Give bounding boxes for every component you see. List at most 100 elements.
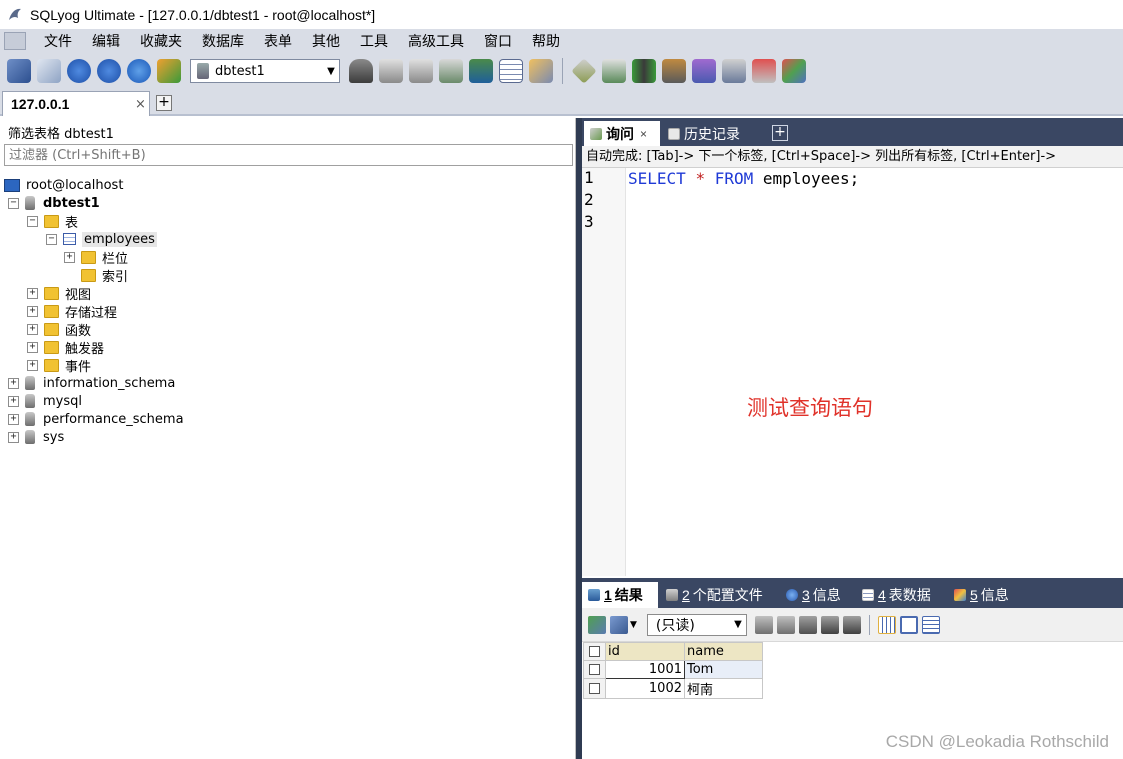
tree-item-performance-schema[interactable]: + performance_schema	[8, 410, 184, 428]
close-icon[interactable]: ×	[135, 97, 149, 112]
add-connection-button[interactable]: +	[156, 95, 172, 111]
query-editor[interactable]: 1 2 3 SELECT * FROM employees; 测试查询语句	[582, 168, 1123, 576]
row-select-cell[interactable]	[583, 660, 606, 679]
user-manager-icon[interactable]	[349, 59, 373, 83]
tree-item-indexes[interactable]: 索引	[64, 266, 128, 285]
tree-item-information-schema[interactable]: + information_schema	[8, 374, 175, 392]
database-sync-icon[interactable]	[602, 59, 626, 83]
expand-icon[interactable]: +	[27, 287, 38, 299]
collapse-icon[interactable]: −	[8, 197, 19, 209]
tree-item-columns[interactable]: + 栏位	[64, 248, 128, 267]
cell-name[interactable]: 柯南	[684, 678, 763, 699]
grid-view-icon[interactable]	[877, 615, 896, 634]
tree-item-procedures[interactable]: + 存储过程	[27, 302, 117, 321]
expand-icon[interactable]: +	[8, 395, 19, 407]
checkbox[interactable]	[589, 646, 600, 657]
checkbox[interactable]	[589, 664, 600, 675]
menu-file[interactable]: 文件	[34, 29, 82, 53]
form-view-icon[interactable]	[899, 615, 918, 634]
cancel-icon[interactable]	[842, 615, 861, 634]
tab-messages[interactable]: 3 信息	[780, 582, 854, 608]
expand-icon[interactable]: +	[27, 341, 38, 353]
table-schema-icon[interactable]	[529, 59, 553, 83]
cell-id[interactable]: 1002	[605, 678, 685, 699]
tab-profile[interactable]: 2 个配置文件	[660, 582, 776, 608]
menu-window[interactable]: 窗口	[474, 29, 522, 53]
refresh-icon[interactable]	[127, 59, 151, 83]
tree-item-triggers[interactable]: + 触发器	[27, 338, 104, 357]
menu-favorites[interactable]: 收藏夹	[130, 29, 192, 53]
text-view-icon[interactable]	[921, 615, 940, 634]
import-wizard-icon[interactable]	[662, 59, 686, 83]
grid-insert-icon[interactable]	[588, 615, 606, 634]
backup-icon[interactable]	[439, 59, 463, 83]
tab-query[interactable]: 询问 ×	[584, 121, 660, 146]
collapse-icon[interactable]: −	[46, 233, 57, 245]
tab-table-data[interactable]: 4 表数据	[856, 582, 946, 608]
menu-other[interactable]: 其他	[302, 29, 350, 53]
tab-history[interactable]: 历史记录	[662, 121, 766, 146]
tree-item-dbtest1[interactable]: − dbtest1	[8, 194, 100, 212]
add-query-tab-button[interactable]: +	[772, 125, 788, 141]
expand-icon[interactable]: +	[8, 431, 19, 443]
new-query-icon[interactable]	[37, 59, 61, 83]
expand-icon[interactable]: +	[64, 251, 75, 263]
tree-item-server[interactable]: root@localhost	[4, 176, 123, 194]
diamond-icon[interactable]	[571, 58, 597, 84]
execute-icon[interactable]	[67, 59, 91, 83]
scheduler-icon[interactable]	[692, 59, 716, 83]
expand-icon[interactable]: +	[8, 377, 19, 389]
filter-input[interactable]	[4, 144, 573, 166]
select-all-cell[interactable]	[583, 642, 606, 661]
database-select[interactable]: dbtest1 ▼	[190, 59, 340, 83]
connection-tab[interactable]: 127.0.0.1 ×	[2, 91, 150, 116]
schema-designer-icon[interactable]	[782, 59, 806, 83]
duplicate-row-icon[interactable]	[776, 615, 795, 634]
add-row-icon[interactable]	[754, 615, 773, 634]
notification-icon[interactable]	[722, 59, 746, 83]
checkbox[interactable]	[589, 683, 600, 694]
table-row[interactable]: 1002 柯南	[583, 678, 763, 699]
database-import-icon[interactable]	[409, 59, 433, 83]
table-row[interactable]: 1001 Tom	[583, 660, 763, 679]
row-select-cell[interactable]	[583, 678, 606, 699]
column-header-id[interactable]: id	[605, 642, 685, 661]
new-connection-icon[interactable]	[7, 59, 31, 83]
result-mode-select[interactable]: (只读) ▼	[646, 613, 747, 636]
menu-advanced-tools[interactable]: 高级工具	[398, 29, 474, 53]
execute-all-icon[interactable]	[97, 59, 121, 83]
expand-icon[interactable]: +	[27, 323, 38, 335]
tree-item-employees[interactable]: − employees	[46, 230, 157, 248]
column-header-name[interactable]: name	[684, 642, 763, 661]
menu-database[interactable]: 数据库	[192, 29, 254, 53]
expand-icon[interactable]: +	[27, 305, 38, 317]
collapse-icon[interactable]: −	[27, 215, 38, 227]
tree-item-events[interactable]: + 事件	[27, 356, 91, 375]
tree-item-sys[interactable]: + sys	[8, 428, 64, 446]
menu-tools[interactable]: 工具	[350, 29, 398, 53]
menu-table[interactable]: 表单	[254, 29, 302, 53]
report-icon[interactable]	[752, 59, 776, 83]
table-data-icon[interactable]	[469, 59, 493, 83]
tree-item-views[interactable]: + 视图	[27, 284, 91, 303]
export-icon[interactable]	[610, 615, 628, 634]
chevron-down-icon[interactable]: ▼	[630, 620, 637, 630]
app-menu-icon[interactable]	[4, 32, 26, 50]
database-add-icon[interactable]	[379, 59, 403, 83]
expand-icon[interactable]: +	[27, 359, 38, 371]
close-icon[interactable]: ×	[640, 127, 647, 141]
menu-help[interactable]: 帮助	[522, 29, 570, 53]
tab-info[interactable]: 5 信息	[948, 582, 1024, 608]
tree-item-functions[interactable]: + 函数	[27, 320, 91, 339]
tab-result[interactable]: 1 结果	[582, 582, 658, 608]
tree-item-mysql[interactable]: + mysql	[8, 392, 82, 410]
save-icon[interactable]	[798, 615, 817, 634]
schema-icon[interactable]	[157, 59, 181, 83]
table-grid-icon[interactable]	[499, 59, 523, 83]
menu-edit[interactable]: 编辑	[82, 29, 130, 53]
tree-item-tables[interactable]: − 表	[27, 212, 78, 231]
compare-icon[interactable]	[632, 59, 656, 83]
delete-icon[interactable]	[820, 615, 839, 634]
cell-name[interactable]: Tom	[684, 660, 763, 679]
expand-icon[interactable]: +	[8, 413, 19, 425]
